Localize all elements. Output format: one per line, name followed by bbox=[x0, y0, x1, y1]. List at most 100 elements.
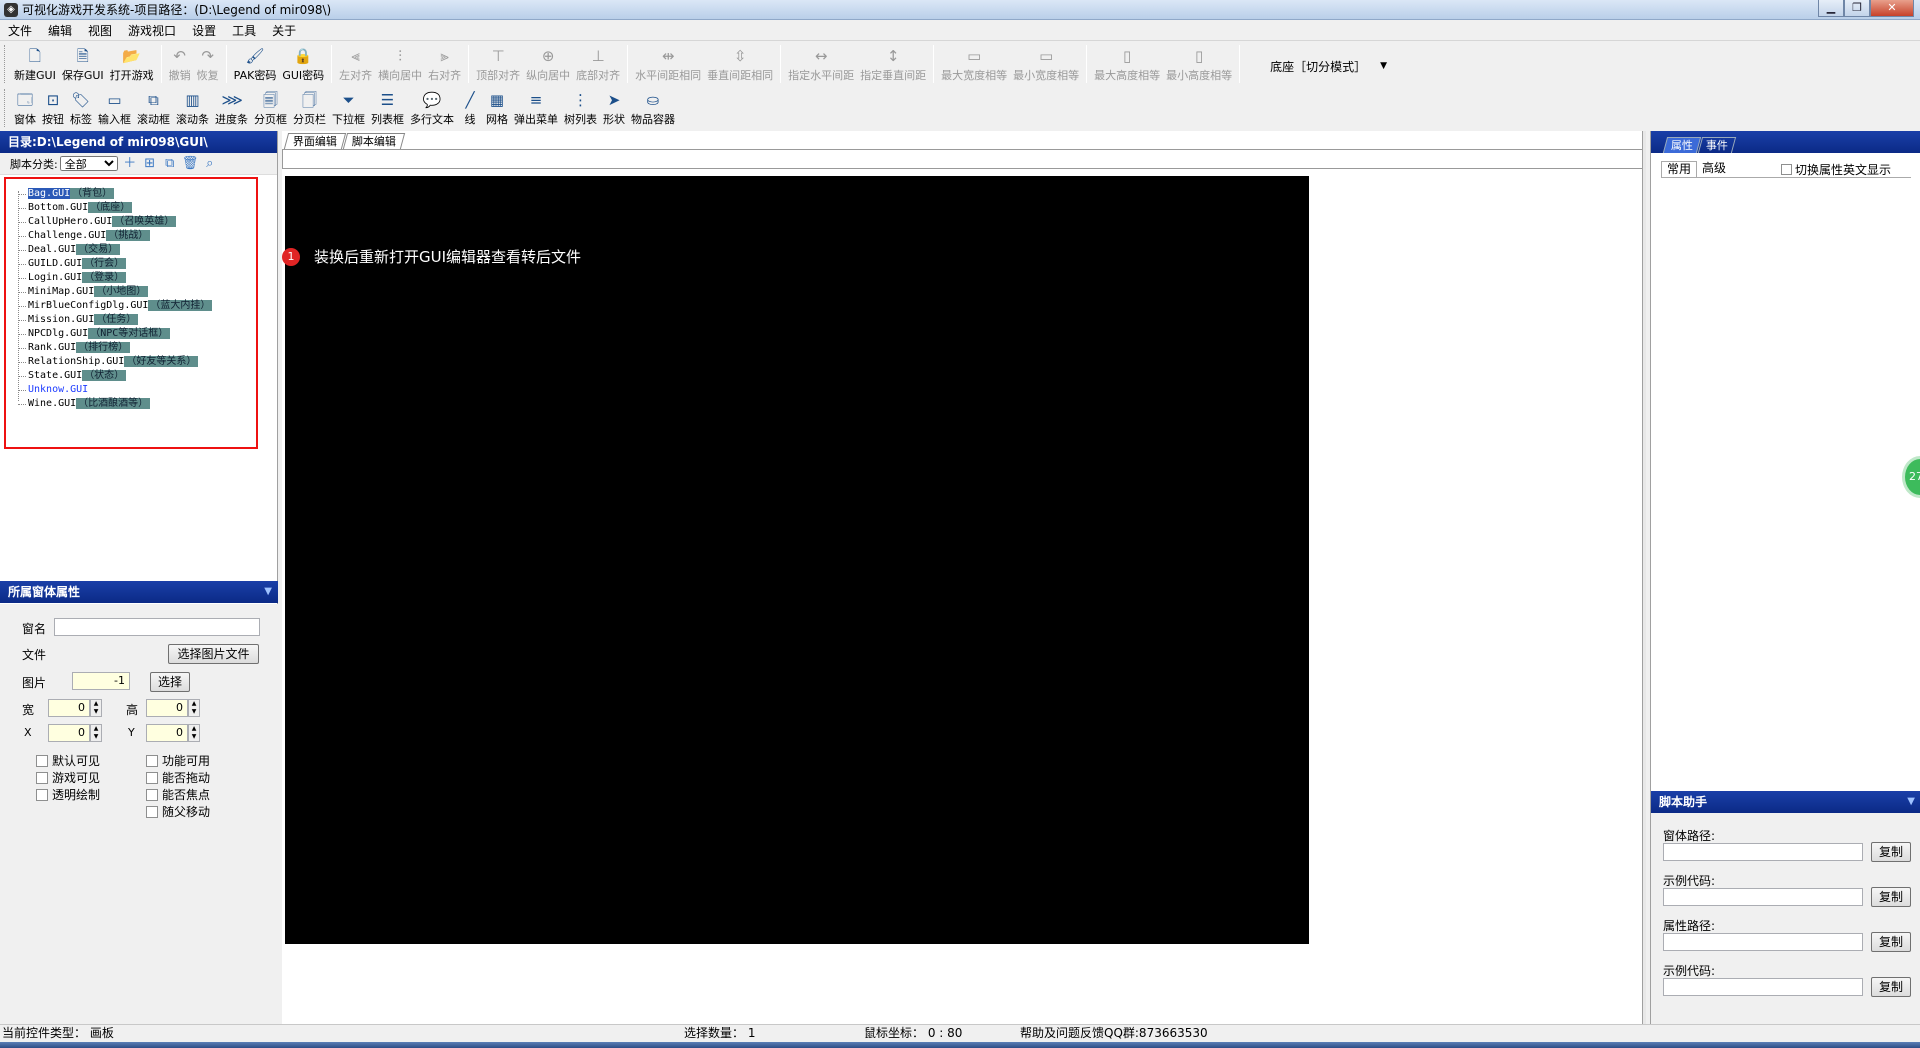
menu-item-0[interactable]: 文件 bbox=[0, 22, 40, 39]
toolbar-save-button[interactable]: 🗎 保存GUI bbox=[59, 44, 107, 85]
tree-item[interactable]: Mission.GUI （任务） bbox=[6, 313, 256, 327]
checkbox-box[interactable] bbox=[36, 771, 48, 784]
toolbar-max-width-button[interactable]: ▭ 最大宽度相等 bbox=[938, 44, 1010, 85]
checkbox-right-1[interactable]: 能否拖动 bbox=[146, 769, 210, 786]
close-button[interactable]: ✕ bbox=[1870, 0, 1914, 17]
restore-button[interactable]: ❐ bbox=[1844, 0, 1870, 17]
toolbar-set-vspace-button[interactable]: ↕ 指定垂直间距 bbox=[857, 44, 929, 85]
tab-properties[interactable]: 属性 bbox=[1662, 137, 1702, 153]
english-toggle-checkbox[interactable] bbox=[1781, 163, 1793, 175]
checkbox-right-3[interactable]: 随父移动 bbox=[146, 803, 210, 820]
delete-icon[interactable]: 🗑 bbox=[182, 156, 199, 172]
toolbar-undo-button[interactable]: ↶ 撤销 bbox=[166, 44, 194, 85]
script-helper-collapse-icon[interactable]: ▼ bbox=[1907, 791, 1915, 813]
toolbar-new-file-button[interactable]: 🗋 新建GUI bbox=[11, 44, 59, 85]
tab-events[interactable]: 事件 bbox=[1697, 137, 1737, 153]
tree-item[interactable]: Rank.GUI （排行榜） bbox=[6, 341, 256, 355]
checkbox-0[interactable]: 默认可见 bbox=[36, 752, 100, 769]
height-spinner[interactable]: ▲ ▼ bbox=[188, 699, 200, 717]
checkbox-box[interactable] bbox=[36, 788, 48, 801]
checkbox-box[interactable] bbox=[146, 805, 158, 818]
mode-selector[interactable]: 底座［切分模式］ ▼ bbox=[1262, 47, 1395, 85]
y-spinner[interactable]: ▲ ▼ bbox=[188, 724, 200, 742]
menu-item-4[interactable]: 设置 bbox=[184, 22, 224, 39]
subtab-advanced[interactable]: 高级 bbox=[1697, 161, 1731, 177]
tab-ui-edit[interactable]: 界面编辑 bbox=[283, 133, 347, 149]
height-input[interactable]: 0 bbox=[146, 699, 188, 717]
tool-multiline-text-button[interactable]: 💬 多行文本 bbox=[407, 88, 457, 129]
checkbox-box[interactable] bbox=[146, 754, 158, 767]
toolbar-align-right-button[interactable]: ⫸ 右对齐 bbox=[425, 44, 464, 85]
script-field-input[interactable] bbox=[1663, 933, 1863, 951]
toolbar-lock-button[interactable]: 🔒 GUI密码 bbox=[279, 44, 327, 85]
copy-icon[interactable]: ⧉ bbox=[162, 156, 178, 172]
copy-button[interactable]: 复制 bbox=[1871, 887, 1911, 907]
toolbar-set-hspace-button[interactable]: ↔ 指定水平间距 bbox=[785, 44, 857, 85]
tab-script-edit[interactable]: 脚本编辑 bbox=[342, 133, 406, 149]
add-folder-icon[interactable]: ⊞ bbox=[142, 156, 158, 172]
width-spinner[interactable]: ▲ ▼ bbox=[90, 699, 102, 717]
copy-button[interactable]: 复制 bbox=[1871, 842, 1911, 862]
tree-item[interactable]: Login.GUI （登录） bbox=[6, 271, 256, 285]
script-field-input[interactable] bbox=[1663, 978, 1863, 996]
tree-item[interactable]: MirBlueConfigDlg.GUI （蓝大内挂） bbox=[6, 299, 256, 313]
tree-item[interactable]: Bottom.GUI （底座） bbox=[6, 201, 256, 215]
menu-item-2[interactable]: 视图 bbox=[80, 22, 120, 39]
checkbox-1[interactable]: 游戏可见 bbox=[36, 769, 100, 786]
tool-tree-list-button[interactable]: ⋮ 树列表 bbox=[561, 88, 600, 129]
tree-item[interactable]: Challenge.GUI （挑战） bbox=[6, 229, 256, 243]
y-input[interactable]: 0 bbox=[146, 724, 188, 742]
tree-item[interactable]: GUILD.GUI （行会） bbox=[6, 257, 256, 271]
tool-button-button[interactable]: ⊡ 按钮 bbox=[39, 88, 67, 129]
copy-button[interactable]: 复制 bbox=[1871, 932, 1911, 952]
menu-item-1[interactable]: 编辑 bbox=[40, 22, 80, 39]
toolbar-min-width-button[interactable]: ▭ 最小宽度相等 bbox=[1010, 44, 1082, 85]
tool-grid-button[interactable]: ▦ 网格 bbox=[483, 88, 511, 129]
menu-item-6[interactable]: 关于 bbox=[264, 22, 304, 39]
tree-item[interactable]: Deal.GUI （交易） bbox=[6, 243, 256, 257]
tool-page-bar-button[interactable]: 🗍 分页栏 bbox=[290, 88, 329, 129]
tool-listbox-button[interactable]: ☰ 列表框 bbox=[368, 88, 407, 129]
tree-item[interactable]: RelationShip.GUI （好友等关系） bbox=[6, 355, 256, 369]
toolbar-align-vcenter-button[interactable]: ⊕ 纵向居中 bbox=[523, 44, 573, 85]
design-canvas[interactable] bbox=[285, 176, 1309, 944]
tree-item[interactable]: MiniMap.GUI （小地图） bbox=[6, 285, 256, 299]
tool-line-button[interactable]: ╱ 线 bbox=[457, 88, 483, 129]
x-input[interactable]: 0 bbox=[48, 724, 90, 742]
copy-button[interactable]: 复制 bbox=[1871, 977, 1911, 997]
select-image-file-button[interactable]: 选择图片文件 bbox=[168, 644, 259, 664]
tool-scroll-box-button[interactable]: ⧉ 滚动框 bbox=[134, 88, 173, 129]
checkbox-right-2[interactable]: 能否焦点 bbox=[146, 786, 210, 803]
checkbox-2[interactable]: 透明绘制 bbox=[36, 786, 100, 803]
toolbar-redo-button[interactable]: ↷ 恢复 bbox=[194, 44, 222, 85]
checkbox-box[interactable] bbox=[146, 788, 158, 801]
search-icon[interactable]: ⌕ bbox=[202, 156, 218, 172]
tool-popup-menu-button[interactable]: ≡ 弹出菜单 bbox=[511, 88, 561, 129]
script-field-input[interactable] bbox=[1663, 888, 1863, 906]
toolbar-align-hcenter-button[interactable]: ⫶ 横向居中 bbox=[375, 44, 425, 85]
tool-input-box-button[interactable]: ▭ 输入框 bbox=[95, 88, 134, 129]
x-spinner[interactable]: ▲ ▼ bbox=[90, 724, 102, 742]
menu-item-5[interactable]: 工具 bbox=[224, 22, 264, 39]
toolbar-min-height-button[interactable]: ▯ 最小高度相等 bbox=[1163, 44, 1235, 85]
tool-window-button[interactable]: 🗔 窗体 bbox=[11, 88, 39, 129]
width-input[interactable]: 0 bbox=[48, 699, 90, 717]
add-icon[interactable]: ＋ bbox=[122, 156, 138, 172]
tree-item[interactable]: Wine.GUI （比酒酿酒等） bbox=[6, 397, 256, 411]
toolbar-align-bottom-button[interactable]: ⊥ 底部对齐 bbox=[573, 44, 623, 85]
collapse-icon[interactable]: ▼ bbox=[264, 581, 272, 603]
menu-item-3[interactable]: 游戏视口 bbox=[120, 22, 184, 39]
tool-progress-button[interactable]: ⋙ 进度条 bbox=[212, 88, 251, 129]
toolbar-align-left-button[interactable]: ⫷ 左对齐 bbox=[336, 44, 375, 85]
tree-item[interactable]: NPCDlg.GUI （NPC等对话框） bbox=[6, 327, 256, 341]
toolbar-open-folder-button[interactable]: 📂 打开游戏 bbox=[107, 44, 157, 85]
tree-item[interactable]: Bag.GUI （背包） bbox=[6, 187, 256, 201]
tree-item[interactable]: CallUpHero.GUI （召唤英雄） bbox=[6, 215, 256, 229]
script-field-input[interactable] bbox=[1663, 843, 1863, 861]
checkbox-box[interactable] bbox=[146, 771, 158, 784]
checkbox-box[interactable] bbox=[36, 754, 48, 767]
category-select[interactable]: 全部 bbox=[59, 156, 118, 171]
tree-item[interactable]: State.GUI （状态） bbox=[6, 369, 256, 383]
english-toggle[interactable]: 切换属性英文显示 bbox=[1781, 161, 1891, 178]
toolbar-max-height-button[interactable]: ▯ 最大高度相等 bbox=[1091, 44, 1163, 85]
